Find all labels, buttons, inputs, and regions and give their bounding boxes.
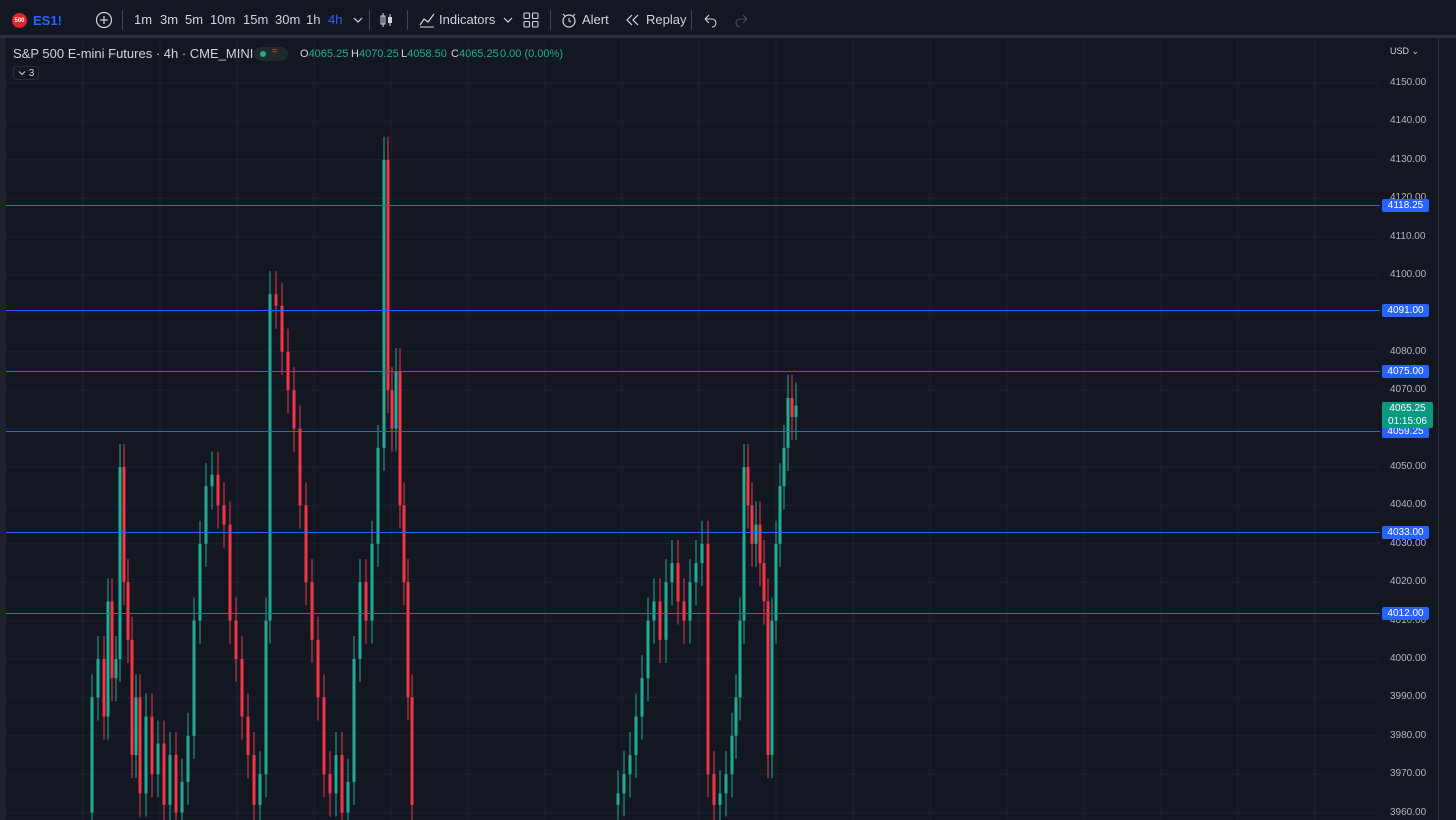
horizontal-line-drawing[interactable]	[6, 310, 1380, 311]
price-tick-label: 4030.00	[1390, 537, 1427, 549]
price-tick-label: 3960.00	[1390, 806, 1427, 818]
indicators-collapse-toggle[interactable]: 3	[13, 66, 39, 80]
price-tick-label: 4070.00	[1390, 384, 1427, 396]
price-tick-label: 4110.00	[1390, 230, 1426, 242]
indicator-count: 3	[28, 67, 35, 79]
price-tick-label: 4040.00	[1390, 499, 1427, 511]
horizontal-line-drawing[interactable]	[6, 532, 1380, 533]
price-tick-label: 4080.00	[1390, 345, 1427, 357]
symbol-legend-title: S&P 500 E-mini Futures · 4h · CME_MINI	[13, 46, 254, 61]
price-tick-label: 4100.00	[1390, 269, 1427, 280]
price-tick-label: 4150.00	[1390, 77, 1427, 88]
horizontal-line-price-label: 4033.00	[1382, 526, 1429, 539]
price-tick-label: 4020.00	[1390, 576, 1427, 588]
data-delay-icon: ≈	[272, 46, 278, 57]
ohlc-open: O4065.25	[300, 48, 349, 60]
price-tick-label: 4050.00	[1390, 461, 1427, 472]
chevron-down-icon	[18, 71, 26, 76]
market-open-dot-icon	[260, 51, 266, 57]
horizontal-line-drawing[interactable]	[6, 205, 1380, 206]
price-tick-label: 4130.00	[1390, 153, 1427, 165]
price-tick-label: 3980.00	[1390, 729, 1427, 741]
ohlc-change: 0.00 (0.00%)	[500, 48, 563, 60]
horizontal-line-price-label: 4075.00	[1382, 365, 1429, 378]
last-price-label: 4065.25 01:15:06	[1382, 402, 1433, 428]
candlestick-chart	[6, 38, 1380, 820]
currency-selector[interactable]: USD ⌄	[1390, 46, 1419, 57]
horizontal-line-price-label: 4091.00	[1382, 304, 1429, 317]
last-price-value: 4065.25	[1389, 403, 1426, 414]
ohlc-close: C4065.25	[451, 48, 499, 60]
price-tick-label: 3970.00	[1390, 768, 1427, 780]
price-tick-label: 3990.00	[1390, 691, 1427, 703]
horizontal-line-drawing[interactable]	[6, 371, 1380, 372]
horizontal-line-drawing[interactable]	[6, 431, 1380, 432]
ohlc-low: L4058.50	[401, 48, 447, 60]
horizontal-line-drawing[interactable]	[6, 613, 1380, 614]
price-tick-label: 4000.00	[1390, 653, 1427, 664]
price-tick-label: 4140.00	[1390, 115, 1427, 127]
bar-countdown: 01:15:06	[1388, 416, 1427, 427]
ohlc-high: H4070.25	[351, 48, 399, 60]
horizontal-line-price-label: 4012.00	[1382, 607, 1429, 620]
horizontal-line-price-label: 4118.25	[1382, 199, 1429, 212]
